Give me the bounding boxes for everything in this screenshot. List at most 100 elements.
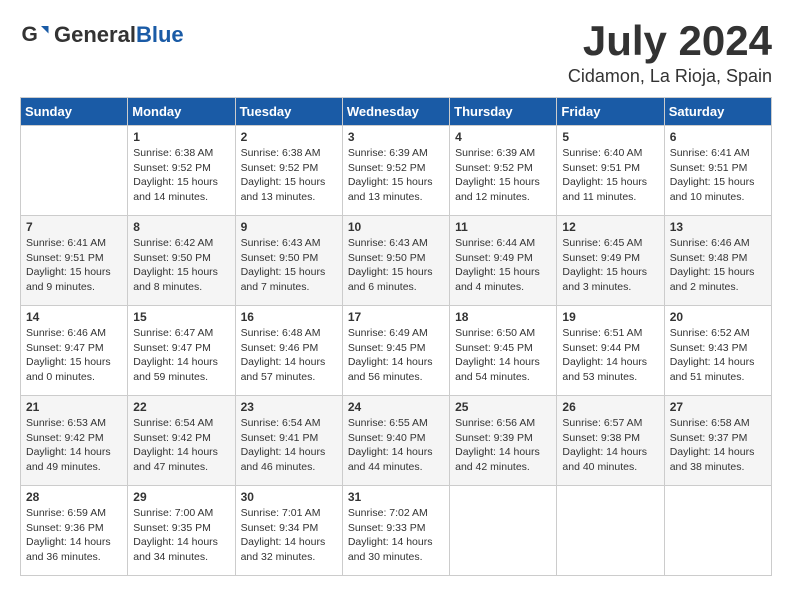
- cell-content: Sunrise: 6:44 AM Sunset: 9:49 PM Dayligh…: [455, 236, 551, 295]
- daylight-text: Daylight: 14 hours and 36 minutes.: [26, 536, 111, 563]
- calendar-cell: 22 Sunrise: 6:54 AM Sunset: 9:42 PM Dayl…: [128, 396, 235, 486]
- cell-content: Sunrise: 6:41 AM Sunset: 9:51 PM Dayligh…: [26, 236, 122, 295]
- daylight-text: Daylight: 14 hours and 56 minutes.: [348, 356, 433, 383]
- cell-content: Sunrise: 6:38 AM Sunset: 9:52 PM Dayligh…: [133, 146, 229, 205]
- day-number: 20: [670, 310, 766, 324]
- sunrise-text: Sunrise: 7:01 AM: [241, 507, 321, 519]
- calendar-cell: 17 Sunrise: 6:49 AM Sunset: 9:45 PM Dayl…: [342, 306, 449, 396]
- daylight-text: Daylight: 14 hours and 49 minutes.: [26, 446, 111, 473]
- daylight-text: Daylight: 14 hours and 47 minutes.: [133, 446, 218, 473]
- calendar-cell: 15 Sunrise: 6:47 AM Sunset: 9:47 PM Dayl…: [128, 306, 235, 396]
- day-number: 12: [562, 220, 658, 234]
- sunrise-text: Sunrise: 6:46 AM: [670, 237, 750, 249]
- day-number: 18: [455, 310, 551, 324]
- calendar-cell: 30 Sunrise: 7:01 AM Sunset: 9:34 PM Dayl…: [235, 486, 342, 576]
- sunrise-text: Sunrise: 6:57 AM: [562, 417, 642, 429]
- sunset-text: Sunset: 9:50 PM: [348, 252, 426, 264]
- day-number: 5: [562, 130, 658, 144]
- calendar-cell: 12 Sunrise: 6:45 AM Sunset: 9:49 PM Dayl…: [557, 216, 664, 306]
- cell-content: Sunrise: 6:54 AM Sunset: 9:42 PM Dayligh…: [133, 416, 229, 475]
- logo-blue-text: Blue: [136, 22, 184, 47]
- page-header: G GeneralBlue July 2024 Cidamon, La Rioj…: [20, 20, 772, 87]
- day-number: 21: [26, 400, 122, 414]
- sunset-text: Sunset: 9:47 PM: [133, 342, 211, 354]
- sunrise-text: Sunrise: 6:55 AM: [348, 417, 428, 429]
- sunset-text: Sunset: 9:44 PM: [562, 342, 640, 354]
- cell-content: Sunrise: 6:43 AM Sunset: 9:50 PM Dayligh…: [348, 236, 444, 295]
- sunrise-text: Sunrise: 6:38 AM: [133, 147, 213, 159]
- sunset-text: Sunset: 9:40 PM: [348, 432, 426, 444]
- day-number: 28: [26, 490, 122, 504]
- cell-content: Sunrise: 7:00 AM Sunset: 9:35 PM Dayligh…: [133, 506, 229, 565]
- calendar-cell: 29 Sunrise: 7:00 AM Sunset: 9:35 PM Dayl…: [128, 486, 235, 576]
- cell-content: Sunrise: 6:59 AM Sunset: 9:36 PM Dayligh…: [26, 506, 122, 565]
- day-number: 3: [348, 130, 444, 144]
- sunrise-text: Sunrise: 6:54 AM: [241, 417, 321, 429]
- cell-content: Sunrise: 6:54 AM Sunset: 9:41 PM Dayligh…: [241, 416, 337, 475]
- sunset-text: Sunset: 9:36 PM: [26, 522, 104, 534]
- daylight-text: Daylight: 15 hours and 7 minutes.: [241, 266, 326, 293]
- cell-content: Sunrise: 6:42 AM Sunset: 9:50 PM Dayligh…: [133, 236, 229, 295]
- calendar-cell: 23 Sunrise: 6:54 AM Sunset: 9:41 PM Dayl…: [235, 396, 342, 486]
- calendar-week-row: 7 Sunrise: 6:41 AM Sunset: 9:51 PM Dayli…: [21, 216, 772, 306]
- column-header-saturday: Saturday: [664, 98, 771, 126]
- daylight-text: Daylight: 15 hours and 13 minutes.: [241, 176, 326, 203]
- daylight-text: Daylight: 15 hours and 13 minutes.: [348, 176, 433, 203]
- sunset-text: Sunset: 9:43 PM: [670, 342, 748, 354]
- calendar-cell: [21, 126, 128, 216]
- sunrise-text: Sunrise: 6:39 AM: [455, 147, 535, 159]
- sunset-text: Sunset: 9:48 PM: [670, 252, 748, 264]
- day-number: 30: [241, 490, 337, 504]
- column-header-friday: Friday: [557, 98, 664, 126]
- sunrise-text: Sunrise: 6:38 AM: [241, 147, 321, 159]
- sunset-text: Sunset: 9:49 PM: [455, 252, 533, 264]
- day-number: 13: [670, 220, 766, 234]
- cell-content: Sunrise: 6:41 AM Sunset: 9:51 PM Dayligh…: [670, 146, 766, 205]
- day-number: 25: [455, 400, 551, 414]
- sunset-text: Sunset: 9:51 PM: [562, 162, 640, 174]
- day-number: 24: [348, 400, 444, 414]
- day-number: 9: [241, 220, 337, 234]
- sunrise-text: Sunrise: 6:49 AM: [348, 327, 428, 339]
- cell-content: Sunrise: 6:38 AM Sunset: 9:52 PM Dayligh…: [241, 146, 337, 205]
- daylight-text: Daylight: 14 hours and 54 minutes.: [455, 356, 540, 383]
- sunrise-text: Sunrise: 6:51 AM: [562, 327, 642, 339]
- daylight-text: Daylight: 15 hours and 9 minutes.: [26, 266, 111, 293]
- daylight-text: Daylight: 14 hours and 53 minutes.: [562, 356, 647, 383]
- cell-content: Sunrise: 6:57 AM Sunset: 9:38 PM Dayligh…: [562, 416, 658, 475]
- daylight-text: Daylight: 14 hours and 32 minutes.: [241, 536, 326, 563]
- sunrise-text: Sunrise: 6:48 AM: [241, 327, 321, 339]
- daylight-text: Daylight: 14 hours and 42 minutes.: [455, 446, 540, 473]
- calendar-cell: 11 Sunrise: 6:44 AM Sunset: 9:49 PM Dayl…: [450, 216, 557, 306]
- calendar-cell: 24 Sunrise: 6:55 AM Sunset: 9:40 PM Dayl…: [342, 396, 449, 486]
- cell-content: Sunrise: 6:52 AM Sunset: 9:43 PM Dayligh…: [670, 326, 766, 385]
- day-number: 22: [133, 400, 229, 414]
- calendar-cell: 10 Sunrise: 6:43 AM Sunset: 9:50 PM Dayl…: [342, 216, 449, 306]
- cell-content: Sunrise: 6:39 AM Sunset: 9:52 PM Dayligh…: [455, 146, 551, 205]
- sunrise-text: Sunrise: 6:41 AM: [26, 237, 106, 249]
- daylight-text: Daylight: 14 hours and 46 minutes.: [241, 446, 326, 473]
- sunset-text: Sunset: 9:45 PM: [348, 342, 426, 354]
- sunrise-text: Sunrise: 6:39 AM: [348, 147, 428, 159]
- column-header-wednesday: Wednesday: [342, 98, 449, 126]
- calendar-week-row: 21 Sunrise: 6:53 AM Sunset: 9:42 PM Dayl…: [21, 396, 772, 486]
- cell-content: Sunrise: 7:02 AM Sunset: 9:33 PM Dayligh…: [348, 506, 444, 565]
- daylight-text: Daylight: 14 hours and 44 minutes.: [348, 446, 433, 473]
- cell-content: Sunrise: 6:46 AM Sunset: 9:48 PM Dayligh…: [670, 236, 766, 295]
- calendar-week-row: 1 Sunrise: 6:38 AM Sunset: 9:52 PM Dayli…: [21, 126, 772, 216]
- day-number: 2: [241, 130, 337, 144]
- sunrise-text: Sunrise: 7:00 AM: [133, 507, 213, 519]
- sunset-text: Sunset: 9:47 PM: [26, 342, 104, 354]
- cell-content: Sunrise: 6:46 AM Sunset: 9:47 PM Dayligh…: [26, 326, 122, 385]
- calendar-cell: 27 Sunrise: 6:58 AM Sunset: 9:37 PM Dayl…: [664, 396, 771, 486]
- cell-content: Sunrise: 6:51 AM Sunset: 9:44 PM Dayligh…: [562, 326, 658, 385]
- daylight-text: Daylight: 15 hours and 2 minutes.: [670, 266, 755, 293]
- cell-content: Sunrise: 6:50 AM Sunset: 9:45 PM Dayligh…: [455, 326, 551, 385]
- calendar-cell: 9 Sunrise: 6:43 AM Sunset: 9:50 PM Dayli…: [235, 216, 342, 306]
- day-number: 6: [670, 130, 766, 144]
- sunset-text: Sunset: 9:42 PM: [26, 432, 104, 444]
- sunrise-text: Sunrise: 6:52 AM: [670, 327, 750, 339]
- sunrise-text: Sunrise: 6:56 AM: [455, 417, 535, 429]
- sunset-text: Sunset: 9:42 PM: [133, 432, 211, 444]
- sunset-text: Sunset: 9:34 PM: [241, 522, 319, 534]
